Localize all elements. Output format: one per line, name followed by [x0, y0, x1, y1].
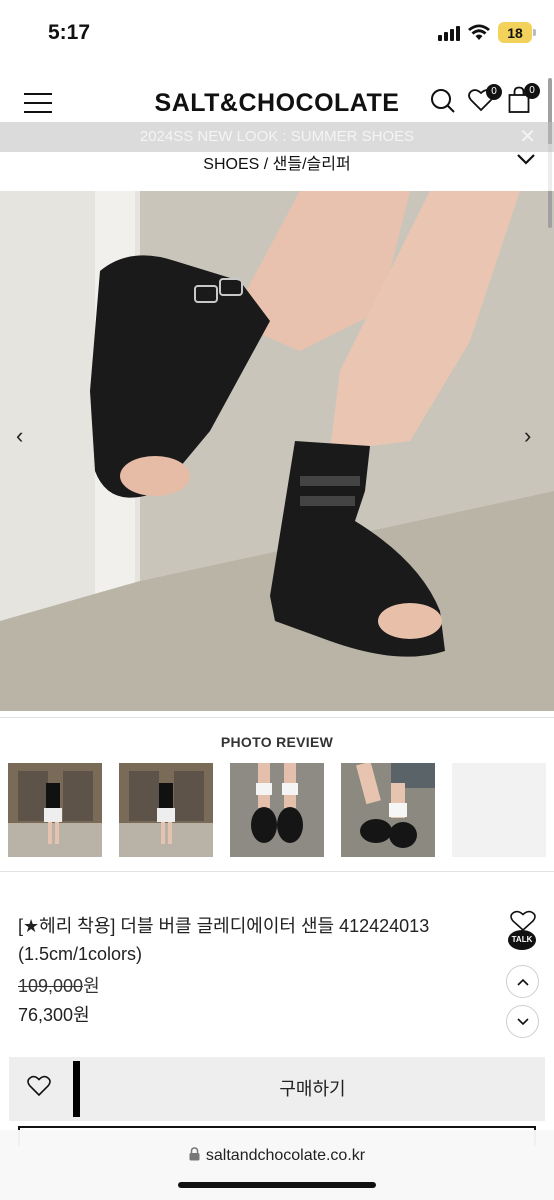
- breadcrumb[interactable]: SHOES / 샌들/슬리퍼: [0, 150, 554, 174]
- original-price-value: 109,000: [18, 976, 84, 996]
- heart-icon: [27, 1075, 51, 1097]
- product-image-carousel[interactable]: ‹ ›: [0, 191, 554, 711]
- wifi-icon: [468, 24, 490, 40]
- scroll-up-button[interactable]: [506, 965, 539, 998]
- close-icon[interactable]: ✕: [519, 122, 536, 152]
- original-price-currency: 원: [83, 976, 100, 996]
- buy-bar: 구매하기: [9, 1057, 545, 1121]
- status-bar: 5:17 18: [0, 0, 554, 66]
- sale-price-value: 76,300: [18, 1005, 74, 1025]
- url-text: saltandchocolate.co.kr: [205, 1147, 366, 1164]
- wishlist-count-badge: 0: [486, 84, 502, 100]
- photo-review-title: PHOTO REVIEW: [220, 734, 334, 750]
- breadcrumb-category[interactable]: SHOES: [203, 156, 259, 173]
- heart-icon: [510, 910, 536, 932]
- home-indicator: [178, 1182, 376, 1188]
- review-thumbnail[interactable]: [8, 763, 102, 857]
- sale-price: 76,300원: [18, 1001, 90, 1027]
- battery-icon: 18: [498, 22, 536, 43]
- status-icons: 18: [438, 22, 536, 43]
- announcement-banner[interactable]: 2024SS NEW LOOK : SUMMER SHOES ✕: [0, 122, 554, 152]
- sale-price-currency: 원: [73, 1005, 90, 1025]
- talk-label: TALK: [511, 935, 533, 944]
- photo-review-section: PHOTO REVIEW: [0, 717, 554, 872]
- battery-level: 18: [507, 24, 523, 41]
- chevron-up-icon: [516, 978, 529, 986]
- announcement-text: 2024SS NEW LOOK : SUMMER SHOES: [139, 128, 415, 145]
- url-display[interactable]: saltandchocolate.co.kr: [0, 1147, 554, 1165]
- cart-button[interactable]: 0: [508, 83, 540, 119]
- talk-bubble: TALK: [508, 930, 536, 950]
- review-thumbnail[interactable]: [119, 763, 213, 857]
- cart-count-badge: 0: [524, 83, 540, 99]
- review-thumbnail[interactable]: [230, 763, 324, 857]
- browser-url-bar[interactable]: saltandchocolate.co.kr: [0, 1130, 554, 1200]
- lock-icon: [189, 1147, 200, 1161]
- chevron-down-icon: [516, 1017, 529, 1025]
- original-price: 109,000원: [18, 972, 100, 998]
- product-photo: [0, 191, 554, 711]
- search-icon[interactable]: [430, 88, 456, 114]
- buy-bar-divider: [73, 1061, 80, 1117]
- buy-button[interactable]: 구매하기: [80, 1057, 545, 1121]
- breadcrumb-separator: /: [259, 156, 273, 173]
- breadcrumb-subcategory[interactable]: 샌들/슬리퍼: [273, 156, 351, 173]
- review-thumbnail-placeholder[interactable]: [452, 763, 546, 857]
- wishlist-button[interactable]: 0: [468, 84, 502, 117]
- product-title: [★헤리 착용] 더블 버클 글레디에이터 샌들 412424013 (1.5c…: [18, 916, 430, 964]
- scroll-down-button[interactable]: [506, 1005, 539, 1038]
- cellular-signal-icon: [438, 25, 460, 41]
- wishlist-toggle-button[interactable]: [27, 1075, 51, 1102]
- review-thumbnail[interactable]: [341, 763, 435, 857]
- next-image-chevron-icon[interactable]: ›: [524, 423, 531, 449]
- status-time: 5:17: [48, 21, 91, 44]
- previous-image-chevron-icon[interactable]: ‹: [16, 423, 23, 449]
- chevron-down-icon[interactable]: [516, 152, 536, 166]
- talk-button[interactable]: TALK: [508, 910, 538, 952]
